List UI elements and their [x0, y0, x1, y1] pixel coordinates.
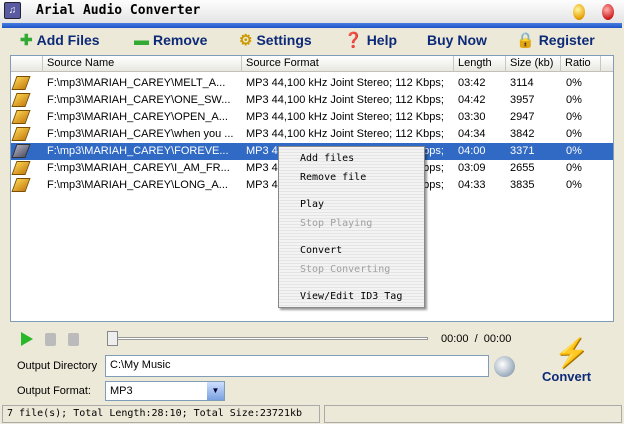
table-row[interactable]: F:\mp3\MARIAH_CAREY\ONE_SW... MP3 44,100 … — [11, 92, 613, 109]
cell-size: 3371 — [510, 145, 535, 157]
cell-size: 3957 — [510, 94, 535, 106]
cell-source-name: F:\mp3\MARIAH_CAREY\when you ... — [47, 128, 234, 140]
time-readout: 00:00 / 00:00 — [441, 333, 512, 345]
close-button[interactable] — [602, 4, 614, 20]
list-header: Source Name Source Format Length Size (k… — [11, 56, 613, 72]
browse-folder-icon[interactable] — [494, 356, 515, 377]
minimize-button[interactable] — [573, 4, 585, 20]
add-files-button[interactable]: ✚ Add Files — [20, 30, 100, 50]
help-label: Help — [366, 32, 398, 48]
settings-button[interactable]: ⚙ Settings — [239, 30, 312, 50]
settings-icon: ⚙ — [239, 32, 253, 49]
help-icon: ❓ — [344, 32, 363, 49]
minus-icon: ▬ — [134, 31, 149, 49]
output-directory-label: Output Directory — [17, 360, 98, 372]
output-format-select[interactable]: MP3 ▼ — [105, 381, 225, 401]
seek-slider-thumb[interactable] — [107, 331, 118, 346]
menu-add-files[interactable]: Add files — [300, 153, 354, 164]
cell-size: 2655 — [510, 162, 535, 174]
cell-length: 04:34 — [458, 128, 486, 140]
pause-button[interactable] — [45, 333, 56, 346]
cell-length: 04:00 — [458, 145, 486, 157]
cell-source-name: F:\mp3\MARIAH_CAREY\MELT_A... — [47, 77, 226, 89]
cell-source-format: MP3 44,100 kHz Joint Stereo; 112 Kbps; — [246, 128, 444, 140]
remove-button[interactable]: ▬ Remove — [134, 30, 207, 50]
stop-button[interactable] — [68, 333, 79, 346]
header-size[interactable]: Size (kb) — [506, 56, 561, 72]
audio-file-icon — [11, 110, 31, 124]
header-length[interactable]: Length — [454, 56, 506, 72]
output-format-value: MP3 — [110, 385, 133, 397]
audio-file-icon — [11, 93, 31, 107]
register-button[interactable]: 🔒 Register — [516, 30, 595, 50]
header-ratio[interactable]: Ratio — [561, 56, 601, 72]
cell-ratio: 0% — [566, 179, 582, 191]
chevron-down-icon[interactable]: ▼ — [207, 382, 224, 400]
table-row[interactable]: F:\mp3\MARIAH_CAREY\MELT_A... MP3 44,100 … — [11, 75, 613, 92]
buy-now-label: Buy Now — [427, 32, 487, 48]
register-label: Register — [538, 32, 595, 48]
plus-icon: ✚ — [20, 32, 33, 49]
window-title: Arial Audio Converter — [36, 3, 201, 18]
cell-length: 04:42 — [458, 94, 486, 106]
cell-source-name: F:\mp3\MARIAH_CAREY\ONE_SW... — [47, 94, 231, 106]
menu-stop-playing: Stop Playing — [300, 218, 373, 229]
audio-file-icon — [11, 161, 31, 175]
toolbar: ✚ Add Files ▬ Remove ⚙ Settings ❓ Help Buy N… — [0, 28, 624, 53]
table-row[interactable]: F:\mp3\MARIAH_CAREY\OPEN_A... MP3 44,100 … — [11, 109, 613, 126]
app-icon: ♫ — [4, 2, 21, 19]
cell-length: 03:09 — [458, 162, 486, 174]
output-directory-input[interactable]: C:\My Music — [105, 355, 489, 377]
help-button[interactable]: ❓ Help — [344, 30, 397, 50]
lightning-icon[interactable]: ⚡ — [554, 336, 589, 369]
cell-length: 04:33 — [458, 179, 486, 191]
cell-ratio: 0% — [566, 162, 582, 174]
header-source-name[interactable]: Source Name — [43, 56, 242, 72]
cell-size: 2947 — [510, 111, 535, 123]
menu-play[interactable]: Play — [300, 199, 324, 210]
seek-track[interactable] — [112, 337, 428, 340]
audio-file-icon — [11, 178, 31, 192]
context-menu: Add files Remove file Play Stop Playing … — [278, 146, 425, 308]
cell-source-name: F:\mp3\MARIAH_CAREY\FOREVE... — [47, 145, 229, 157]
cell-source-name: F:\mp3\MARIAH_CAREY\I_AM_FR... — [47, 162, 230, 174]
cell-length: 03:42 — [458, 77, 486, 89]
header-source-format[interactable]: Source Format — [242, 56, 454, 72]
menu-convert[interactable]: Convert — [300, 245, 342, 256]
header-icon-column[interactable] — [11, 56, 43, 72]
table-row[interactable]: F:\mp3\MARIAH_CAREY\when you ... MP3 44,1… — [11, 126, 613, 143]
cell-source-format: MP3 44,100 kHz Joint Stereo; 112 Kbps; — [246, 94, 444, 106]
cell-length: 03:30 — [458, 111, 486, 123]
cell-source-name: F:\mp3\MARIAH_CAREY\LONG_A... — [47, 179, 228, 191]
audio-file-icon — [11, 127, 31, 141]
lock-icon: 🔒 — [516, 32, 535, 49]
add-files-label: Add Files — [36, 32, 100, 48]
cell-size: 3114 — [510, 77, 534, 89]
buy-now-button[interactable]: Buy Now — [427, 30, 487, 50]
convert-button[interactable]: Convert — [542, 369, 591, 384]
cell-ratio: 0% — [566, 128, 582, 140]
cell-ratio: 0% — [566, 77, 582, 89]
cell-size: 3842 — [510, 128, 535, 140]
menu-view-edit-id3-tag[interactable]: View/Edit ID3 Tag — [300, 291, 402, 302]
cell-ratio: 0% — [566, 111, 582, 123]
status-bar: 7 file(s); Total Length:28:10; Total Siz… — [2, 405, 320, 423]
cell-ratio: 0% — [566, 94, 582, 106]
cell-source-format: MP3 44,100 kHz Joint Stereo; 112 Kbps; — [246, 111, 444, 123]
settings-label: Settings — [256, 32, 312, 48]
menu-remove-file[interactable]: Remove file — [300, 172, 366, 183]
cell-source-name: F:\mp3\MARIAH_CAREY\OPEN_A... — [47, 111, 228, 123]
cell-ratio: 0% — [566, 145, 582, 157]
output-format-label: Output Format: — [17, 385, 91, 397]
cell-source-format: MP3 44,100 kHz Joint Stereo; 112 Kbps; — [246, 77, 444, 89]
cell-size: 3835 — [510, 179, 535, 191]
play-button[interactable] — [21, 332, 33, 346]
title-bar: ♫ Arial Audio Converter — [0, 0, 624, 23]
audio-file-icon — [11, 144, 31, 158]
status-bar-panel — [324, 405, 622, 423]
remove-label: Remove — [153, 32, 208, 48]
audio-file-icon — [11, 76, 31, 90]
menu-stop-converting: Stop Converting — [300, 264, 391, 275]
